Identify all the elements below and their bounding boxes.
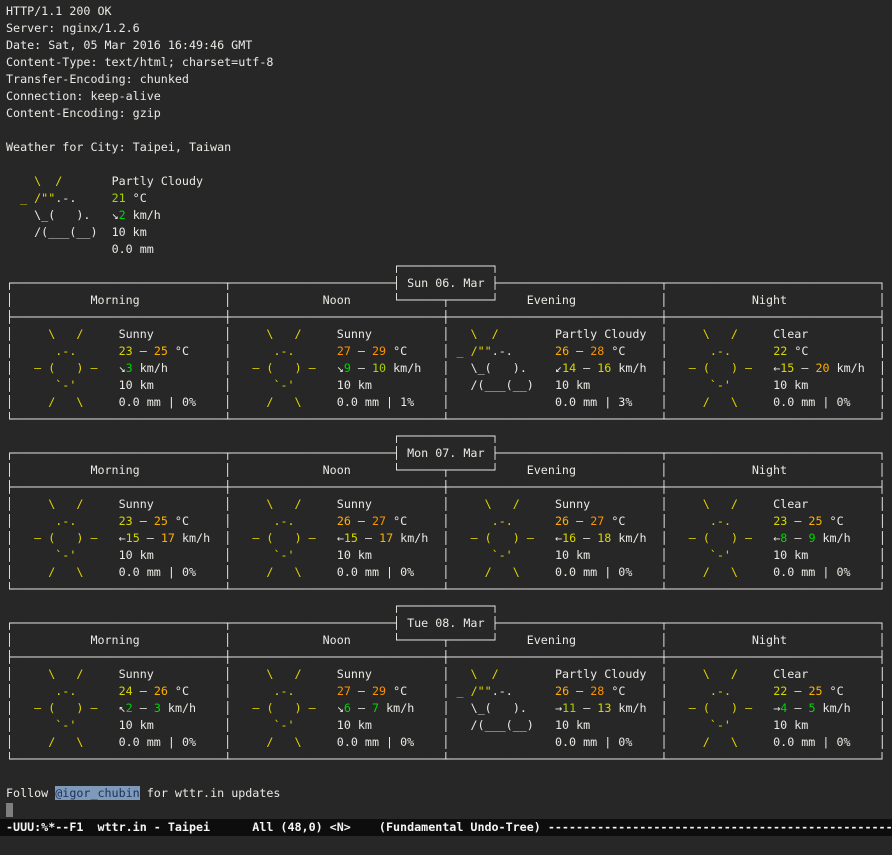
forecast-cell-row: │ .-. 23 – 25 °C │ .-. 26 – 27 °C │ .-. … <box>6 513 892 530</box>
forecast-cell-row: │ `-' 10 km │ `-' 10 km │ /(___(__) 10 k… <box>6 717 892 734</box>
http-header-line: Date: Sat, 05 Mar 2016 16:49:46 GMT <box>6 37 892 54</box>
forecast-table-separator: ├──────────────────────────────┼────────… <box>6 649 892 666</box>
http-header-line: Content-Encoding: gzip <box>6 105 892 122</box>
emacs-modeline: -UUU:%*--F1 wttr.in - Taipei All (48,0) … <box>0 819 892 836</box>
forecast-table-separator: ├──────────────────────────────┼────────… <box>6 309 892 326</box>
http-header-line: Server: nginx/1.2.6 <box>6 20 892 37</box>
forecast-cell-row: │ .-. 24 – 26 °C │ .-. 27 – 29 °C │ _ /"… <box>6 683 892 700</box>
forecast-table-bottom-border: └──────────────────────────────┴────────… <box>6 751 892 768</box>
forecast-cell-row: │ / \ 0.0 mm | 0% │ / \ 0.0 mm | 1% │ 0.… <box>6 394 892 411</box>
forecast-table-bottom-border: └──────────────────────────────┴────────… <box>6 411 892 428</box>
forecast-table-bottom-border: └──────────────────────────────┴────────… <box>6 581 892 598</box>
location-line: Weather for City: Taipei, Taiwan <box>6 139 892 156</box>
forecast-cell-row: │ – ( ) – ←15 – 17 km/h │ – ( ) – ←15 – … <box>6 530 892 547</box>
http-header-line: Connection: keep-alive <box>6 88 892 105</box>
forecast-cell-row: │ / \ 0.0 mm | 0% │ / \ 0.0 mm | 0% │ / … <box>6 564 892 581</box>
forecast-cell-row: │ \ / Sunny │ \ / Sunny │ \ / Sunny │ \ … <box>6 496 892 513</box>
forecast-cell-row: │ `-' 10 km │ `-' 10 km │ /(___(__) 10 k… <box>6 377 892 394</box>
forecast-cell-row: │ .-. 23 – 25 °C │ .-. 27 – 29 °C │ _ /"… <box>6 343 892 360</box>
forecast-table-top-border: ┌──────────────────────────────┬────────… <box>6 445 892 462</box>
twitter-handle-mention[interactable]: @igor_chubin <box>55 786 139 800</box>
current-weather-row: \_( ). ↘2 km/h <box>6 207 892 224</box>
current-weather-row: 0.0 mm <box>6 241 892 258</box>
forecast-date-box-top: ┌─────────────┐ <box>6 428 892 445</box>
forecast-cell-row: │ / \ 0.0 mm | 0% │ / \ 0.0 mm | 0% │ 0.… <box>6 734 892 751</box>
terminal-cursor[interactable] <box>6 803 13 817</box>
forecast-date-box-top: ┌─────────────┐ <box>6 258 892 275</box>
current-weather-row: _ /"".-. 21 °C <box>6 190 892 207</box>
forecast-table-top-border: ┌──────────────────────────────┬────────… <box>6 615 892 632</box>
forecast-column-headers: │ Morning │ Noon └──────┬──────┘ Evening… <box>6 292 892 309</box>
forecast-date-box-top: ┌─────────────┐ <box>6 598 892 615</box>
blank-line <box>6 122 892 139</box>
forecast-table-top-border: ┌──────────────────────────────┬────────… <box>6 275 892 292</box>
follow-suffix: for wttr.in updates <box>140 786 281 800</box>
terminal: HTTP/1.1 200 OKServer: nginx/1.2.6Date: … <box>0 0 892 855</box>
forecast-cell-row: │ \ / Sunny │ \ / Sunny │ \ / Partly Clo… <box>6 666 892 683</box>
follow-line: Follow @igor_chubin for wttr.in updates <box>6 785 892 802</box>
http-header-line: HTTP/1.1 200 OK <box>6 3 892 20</box>
modeline-text: -UUU:%*--F1 wttr.in - Taipei All (48,0) … <box>6 820 548 834</box>
forecast-table-separator: ├──────────────────────────────┼────────… <box>6 479 892 496</box>
cursor-line <box>6 802 892 819</box>
forecast-cell-row: │ `-' 10 km │ `-' 10 km │ `-' 10 km │ `-… <box>6 547 892 564</box>
blank-line <box>6 156 892 173</box>
modeline-dashes: ----------------------------------------… <box>548 820 892 834</box>
http-header-line: Content-Type: text/html; charset=utf-8 <box>6 54 892 71</box>
minibuffer <box>6 836 892 853</box>
forecast-cell-row: │ \ / Sunny │ \ / Sunny │ \ / Partly Clo… <box>6 326 892 343</box>
terminal-buffer: HTTP/1.1 200 OKServer: nginx/1.2.6Date: … <box>6 3 892 819</box>
current-weather-row: \ / Partly Cloudy <box>6 173 892 190</box>
blank-line <box>6 768 892 785</box>
http-header-line: Transfer-Encoding: chunked <box>6 71 892 88</box>
forecast-column-headers: │ Morning │ Noon └──────┬──────┘ Evening… <box>6 462 892 479</box>
current-weather-row: /(___(__) 10 km <box>6 224 892 241</box>
forecast-cell-row: │ – ( ) – ↘3 km/h │ – ( ) – ↘9 – 10 km/h… <box>6 360 892 377</box>
forecast-cell-row: │ – ( ) – ↖2 – 3 km/h │ – ( ) – ↘6 – 7 k… <box>6 700 892 717</box>
forecast-column-headers: │ Morning │ Noon └──────┬──────┘ Evening… <box>6 632 892 649</box>
